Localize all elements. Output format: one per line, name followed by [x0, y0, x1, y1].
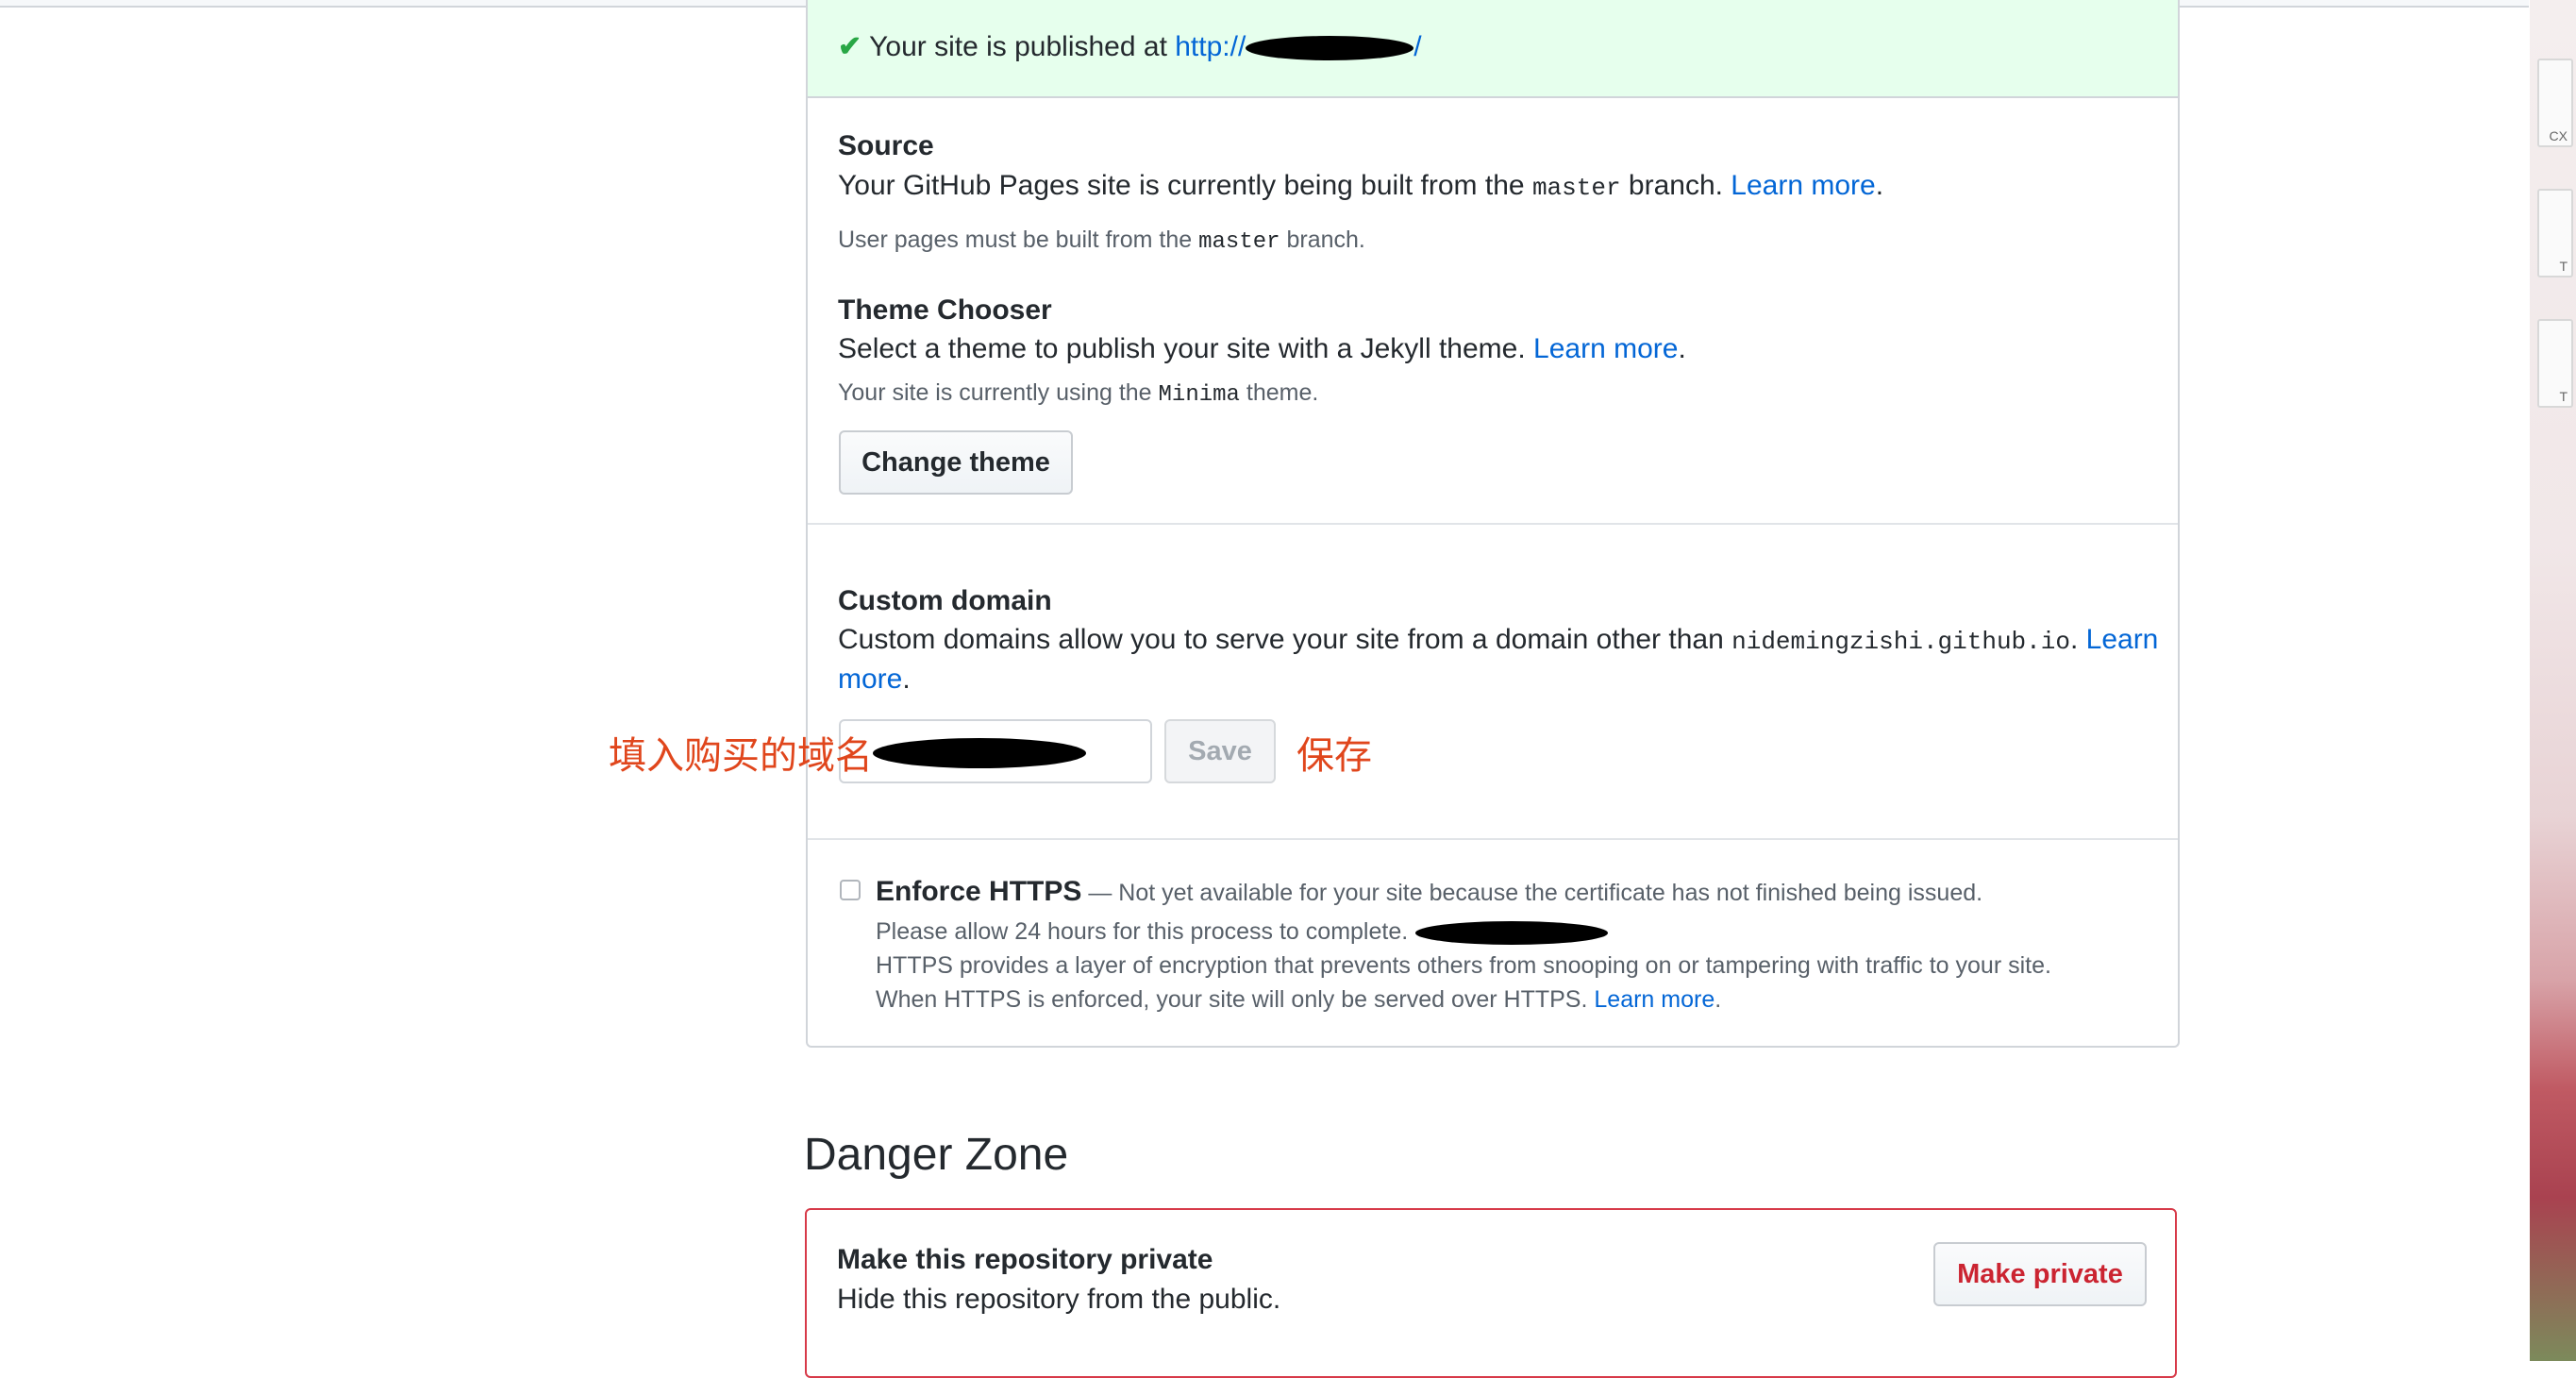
github-pages-box: ✔ Your site is published at http:/// Sour…: [806, 0, 2180, 1048]
check-icon: ✔: [838, 31, 862, 62]
make-private-title: Make this repository private: [837, 1244, 1213, 1275]
save-annotation: 保存: [1296, 734, 1372, 778]
file-icon: CX: [2537, 59, 2573, 147]
source-description: Your GitHub Pages site is currently bein…: [838, 170, 1884, 202]
file-icon: T: [2537, 189, 2573, 277]
theme-chooser-title: Theme Chooser: [838, 294, 1052, 326]
published-url-link[interactable]: http:///: [1175, 31, 1421, 62]
change-theme-button[interactable]: Change theme: [839, 430, 1073, 495]
enforce-https-checkbox[interactable]: [840, 880, 861, 900]
source-note: User pages must be built from the master…: [838, 227, 1365, 255]
desktop-background-strip: CX T T: [2530, 0, 2576, 1361]
file-icon: T: [2537, 319, 2573, 408]
make-private-button[interactable]: Make private: [1933, 1242, 2147, 1306]
save-button[interactable]: Save: [1164, 719, 1276, 783]
custom-domain-description-cont: more.: [838, 664, 911, 695]
published-flash: ✔ Your site is published at http:///: [808, 0, 2178, 98]
published-message: ✔ Your site is published at http:///: [838, 31, 1422, 62]
theme-learn-more-link[interactable]: Learn more: [1533, 333, 1678, 364]
divider: [808, 838, 2178, 840]
custom-domain-input[interactable]: [839, 719, 1152, 783]
enforce-https-label-row: Enforce HTTPS — Not yet available for yo…: [876, 876, 1983, 907]
redacted-text: [1415, 920, 1609, 945]
source-title: Source: [838, 130, 934, 161]
custom-domain-learn-more-link-cont[interactable]: more: [838, 664, 902, 695]
danger-zone-title: Danger Zone: [804, 1130, 1069, 1180]
https-enforced-note: When HTTPS is enforced, your site will o…: [876, 986, 1722, 1013]
custom-domain-title: Custom domain: [838, 585, 1052, 616]
redacted-url: [1246, 36, 1414, 61]
source-learn-more-link[interactable]: Learn more: [1731, 170, 1875, 201]
https-learn-more-link[interactable]: Learn more: [1594, 986, 1715, 1013]
redacted-domain: [873, 738, 1086, 768]
theme-description: Select a theme to publish your site with…: [838, 333, 1686, 364]
https-explanation: HTTPS provides a layer of encryption tha…: [876, 952, 2051, 979]
enforce-https-label: Enforce HTTPS: [876, 876, 1082, 907]
make-private-description: Hide this repository from the public.: [837, 1284, 1281, 1315]
custom-domain-learn-more-link[interactable]: Learn: [2086, 624, 2159, 655]
divider: [808, 523, 2178, 525]
danger-zone-box: Make this repository private Hide this r…: [805, 1208, 2177, 1378]
input-annotation: 填入购买的域名: [609, 734, 873, 778]
theme-note: Your site is currently using the Minima …: [838, 379, 1319, 408]
custom-domain-description: Custom domains allow you to serve your s…: [838, 624, 2159, 656]
https-allow-note: Please allow 24 hours for this process t…: [876, 918, 1609, 946]
